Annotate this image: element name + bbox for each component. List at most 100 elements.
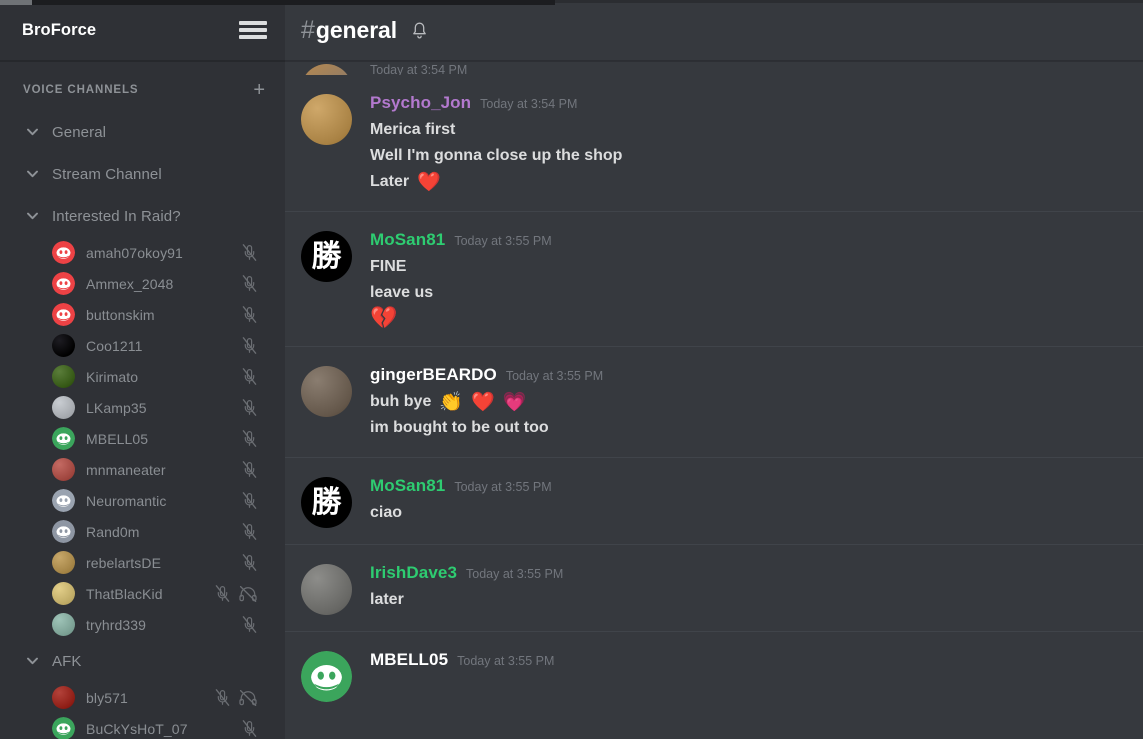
- voice-state-icons: [242, 430, 257, 447]
- voice-member-row[interactable]: buttonskim: [0, 299, 285, 330]
- channel-sidebar: BroForce VOICE CHANNELS + General Stream …: [0, 0, 285, 739]
- voice-member-row[interactable]: Coo1211: [0, 330, 285, 361]
- add-channel-icon[interactable]: +: [253, 80, 265, 100]
- chevron-down-icon[interactable]: [24, 170, 40, 178]
- chevron-down-icon[interactable]: [24, 657, 40, 665]
- message-text: Merica first: [370, 121, 456, 138]
- voice-state-icons: [242, 244, 257, 261]
- message-author[interactable]: IrishDave3: [370, 563, 457, 583]
- avatar[interactable]: [52, 427, 75, 450]
- voice-member-name: tryhrd339: [86, 616, 147, 633]
- avatar[interactable]: [52, 686, 75, 709]
- avatar[interactable]: [301, 94, 352, 145]
- message-line: 💔: [370, 306, 1123, 330]
- voice-channel-afk[interactable]: AFK: [0, 640, 285, 682]
- avatar[interactable]: [52, 365, 75, 388]
- message-group-partial-top: Today at 3:54 PM: [285, 61, 1143, 75]
- message-timestamp: Today at 3:55 PM: [505, 369, 604, 383]
- guild-name: BroForce: [22, 20, 97, 39]
- avatar[interactable]: [52, 334, 75, 357]
- category-voice-channels[interactable]: VOICE CHANNELS +: [0, 77, 285, 103]
- channel-list-scroll[interactable]: VOICE CHANNELS + General Stream Channel In…: [0, 61, 285, 739]
- message-timestamp: Today at 3:55 PM: [457, 654, 555, 668]
- message-timestamp: Today at 3:55 PM: [466, 567, 564, 581]
- avatar: [301, 64, 352, 75]
- microphone-muted-icon: [242, 720, 257, 737]
- avatar[interactable]: [52, 303, 75, 326]
- voice-channel-label: Stream Channel: [52, 165, 162, 183]
- voice-member-row[interactable]: amah07okoy91: [0, 237, 285, 268]
- message-list[interactable]: Today at 3:54 PM Psycho_Jon Today at 3:54…: [285, 61, 1143, 739]
- avatar[interactable]: [52, 520, 75, 543]
- avatar[interactable]: [52, 613, 75, 636]
- voice-member-name: Ammex_2048: [86, 275, 174, 292]
- window-chrome-sliver-mid: [32, 0, 555, 5]
- voice-member-row[interactable]: tryhrd339: [0, 609, 285, 640]
- voice-channel-stream-channel[interactable]: Stream Channel: [0, 153, 285, 195]
- message-line: buh bye 👏 ❤️ 💗: [370, 389, 1123, 415]
- microphone-muted-icon: [242, 492, 257, 509]
- voice-member-row[interactable]: bly571: [0, 682, 285, 713]
- message-author[interactable]: MoSan81: [370, 230, 445, 250]
- message-text: leave us: [370, 284, 434, 301]
- message-author[interactable]: gingerBEARDO: [370, 365, 497, 385]
- voice-member-row[interactable]: mnmaneater: [0, 454, 285, 485]
- chevron-down-icon[interactable]: [24, 212, 40, 220]
- voice-member-row[interactable]: Rand0m: [0, 516, 285, 547]
- voice-member-row[interactable]: rebelartsDE: [0, 547, 285, 578]
- voice-state-icons: [242, 492, 257, 509]
- microphone-muted-icon: [242, 554, 257, 571]
- window-chrome-sliver-right: [555, 0, 1143, 3]
- avatar[interactable]: [301, 651, 352, 702]
- headphones-deafened-icon: [239, 585, 257, 602]
- avatar[interactable]: 勝: [301, 231, 352, 282]
- message-group: gingerBEARDO Today at 3:55 PM buh bye 👏 ❤️ 💗 i…: [285, 346, 1143, 457]
- message-author[interactable]: MBELL05: [370, 650, 448, 670]
- microphone-muted-icon: [242, 368, 257, 385]
- message-groups: Psycho_Jon Today at 3:54 PM Merica first We…: [285, 75, 1143, 631]
- avatar[interactable]: [52, 272, 75, 295]
- avatar[interactable]: [301, 564, 352, 615]
- avatar[interactable]: [52, 551, 75, 574]
- avatar-kanji-glyph: 勝: [311, 484, 342, 520]
- voice-channel-interested-in-raid[interactable]: Interested In Raid?: [0, 195, 285, 237]
- chevron-down-icon[interactable]: [24, 128, 40, 136]
- hamburger-menu-icon[interactable]: [239, 19, 267, 41]
- voice-channel-general[interactable]: General: [0, 111, 285, 153]
- avatar[interactable]: [52, 458, 75, 481]
- voice-channel-label: Interested In Raid?: [52, 207, 181, 225]
- voice-state-icons: [242, 368, 257, 385]
- avatar[interactable]: [52, 717, 75, 739]
- voice-state-icons: [242, 275, 257, 292]
- voice-member-row[interactable]: ThatBlacKid: [0, 578, 285, 609]
- voice-state-icons: [242, 523, 257, 540]
- message-author[interactable]: Psycho_Jon: [370, 93, 471, 113]
- message-line: Later ❤️: [370, 169, 1123, 195]
- guild-header[interactable]: BroForce: [0, 0, 285, 61]
- message-header: IrishDave3 Today at 3:55 PM: [370, 563, 1123, 583]
- voice-member-row[interactable]: BuCkYsHoT_07: [0, 713, 285, 739]
- voice-channel-label: General: [52, 123, 107, 141]
- bell-notification-icon[interactable]: [411, 21, 428, 40]
- voice-member-row[interactable]: MBELL05: [0, 423, 285, 454]
- voice-member-row[interactable]: LKamp35: [0, 392, 285, 423]
- message-author[interactable]: MoSan81: [370, 476, 445, 496]
- avatar[interactable]: [52, 582, 75, 605]
- voice-member-row[interactable]: Neuromantic: [0, 485, 285, 516]
- voice-member-name: ThatBlacKid: [86, 585, 163, 602]
- avatar[interactable]: [52, 241, 75, 264]
- microphone-muted-icon: [242, 275, 257, 292]
- message-text: later: [370, 591, 404, 608]
- message-body: MBELL05 Today at 3:55 PM: [370, 650, 1123, 739]
- voice-state-icons: [242, 720, 257, 737]
- avatar[interactable]: [301, 366, 352, 417]
- avatar[interactable]: [52, 489, 75, 512]
- voice-member-name: rebelartsDE: [86, 554, 162, 571]
- avatar[interactable]: [52, 396, 75, 419]
- avatar[interactable]: 勝: [301, 477, 352, 528]
- message-header: MBELL05 Today at 3:55 PM: [370, 650, 1123, 670]
- message-text: ciao: [370, 504, 403, 521]
- voice-member-name: MBELL05: [86, 430, 149, 447]
- voice-member-row[interactable]: Kirimato: [0, 361, 285, 392]
- voice-member-row[interactable]: Ammex_2048: [0, 268, 285, 299]
